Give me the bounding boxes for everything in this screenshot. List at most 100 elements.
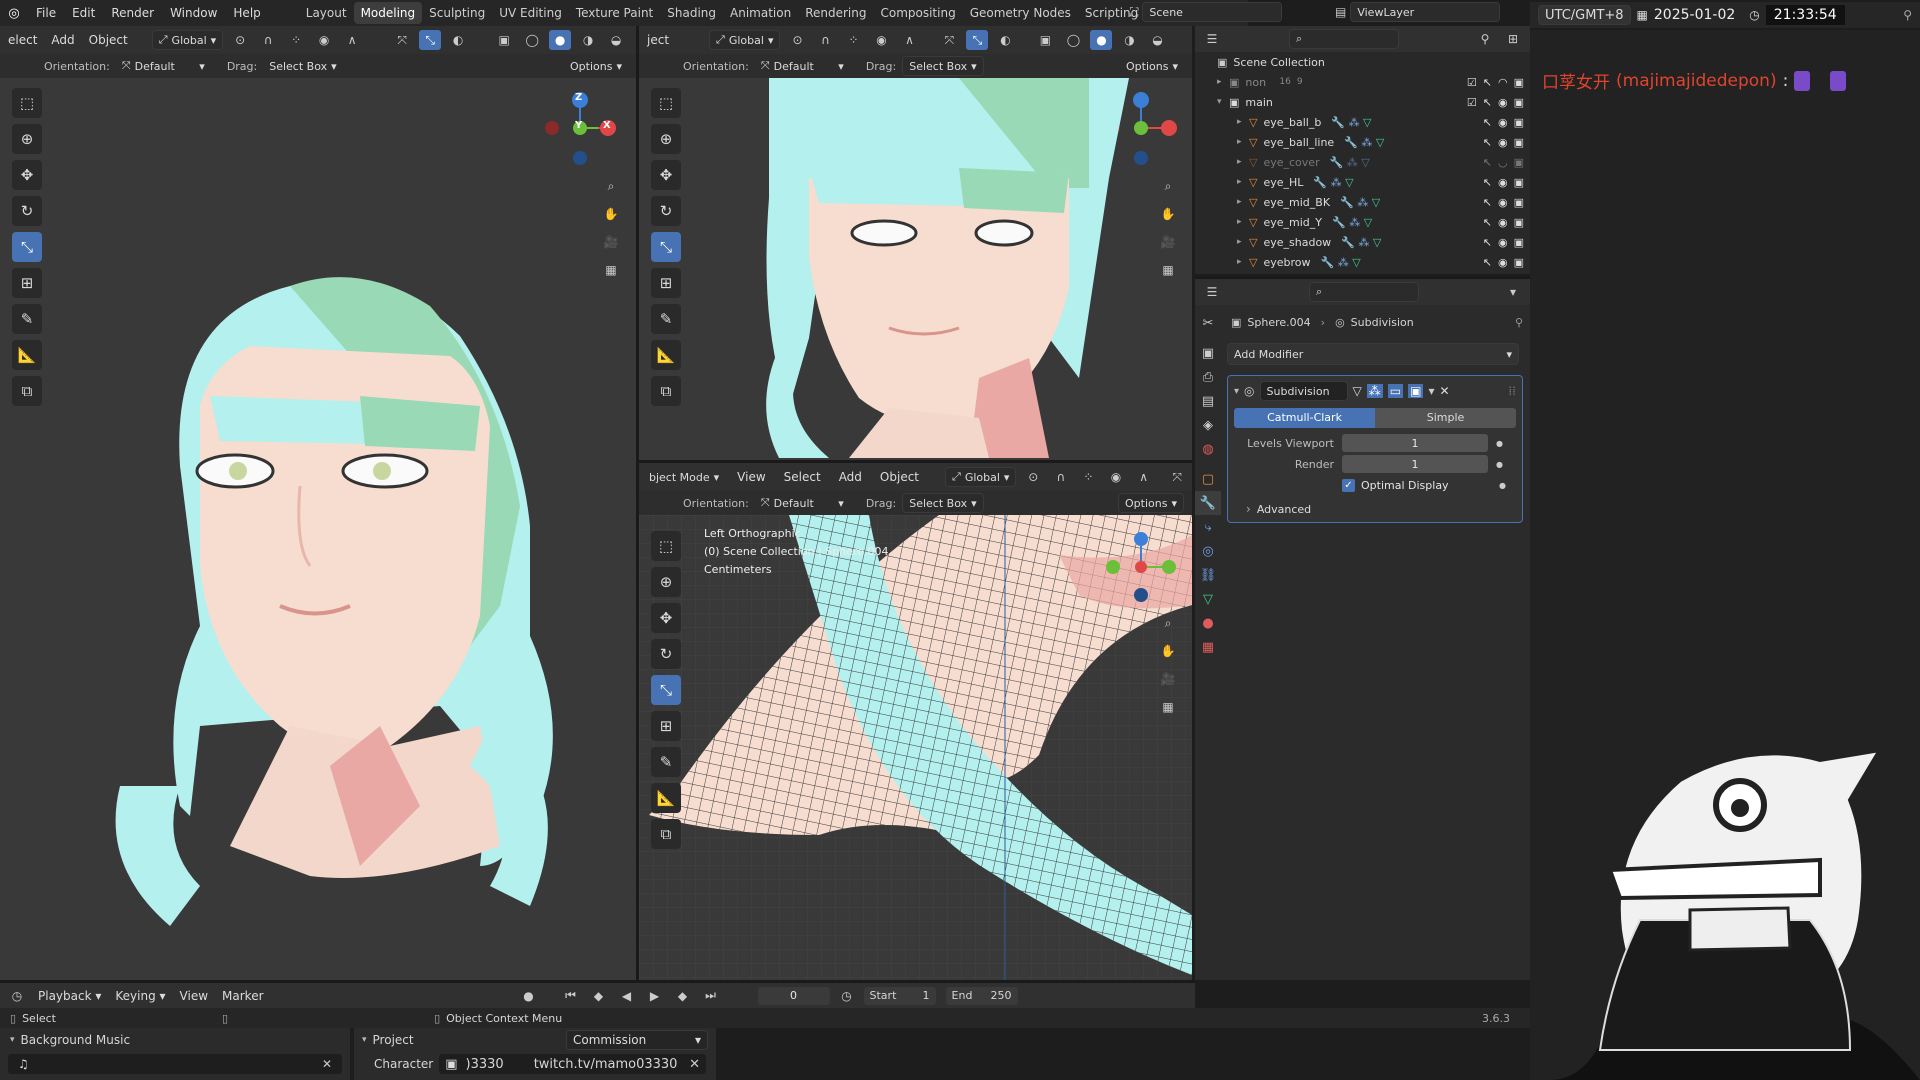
scene-icon[interactable]: ⛶ — [1130, 5, 1138, 20]
snap-icon[interactable]: ∩ — [1050, 467, 1072, 487]
play-icon[interactable]: ▶ — [644, 986, 666, 1006]
constraints-tab-icon[interactable]: ⛓ — [1195, 563, 1221, 587]
rotate-tool-icon[interactable]: ↻ — [651, 196, 681, 226]
outliner-object-row[interactable]: ▸ ▽ eye_ball_line 🔧 ⁂ ▽ ↖ ◉ ▣ — [1195, 132, 1530, 152]
object-tab-icon[interactable]: ▢ — [1195, 467, 1221, 491]
character-input[interactable]: ▣ )3330 twitch.tv/mamo03330 ✕ — [439, 1054, 706, 1074]
bg-music-input[interactable]: ♫ ✕ — [8, 1054, 342, 1074]
menu-keying[interactable]: Keying ▾ — [111, 984, 169, 1008]
start-frame-field[interactable]: Start 1 — [863, 986, 936, 1005]
visibility-off-icon[interactable]: ◡ — [1498, 156, 1508, 169]
jump-start-icon[interactable]: ⏮ — [560, 986, 582, 1006]
edit-mode-toggle-icon[interactable]: ▽ — [1353, 384, 1362, 398]
render-toggle-icon[interactable]: ▣ — [1408, 384, 1424, 398]
expand-icon[interactable]: ▸ — [1237, 117, 1249, 127]
visibility-icon[interactable]: ◉ — [1498, 196, 1508, 209]
render-icon[interactable]: ▣ — [1514, 236, 1524, 249]
overlay-icon[interactable]: ◐ — [994, 30, 1016, 50]
expand-icon[interactable]: ▸ — [1237, 217, 1249, 227]
scene-selector[interactable]: Scene — [1142, 2, 1283, 22]
gizmo-toggle-icon[interactable]: ⤧ — [1166, 467, 1188, 487]
expand-icon[interactable]: ▸ — [1237, 177, 1249, 187]
menu-file[interactable]: File — [28, 1, 64, 25]
mode-dropdown[interactable]: bject Mode ▾ — [643, 467, 725, 487]
modifier-tab-icon[interactable]: 🔧 — [1195, 491, 1221, 515]
navigation-gizmo[interactable] — [1101, 527, 1181, 607]
material-tab-icon[interactable]: ● — [1195, 611, 1221, 635]
snap-icon[interactable]: ∩ — [814, 30, 836, 50]
editor-type-icon[interactable]: ☰ — [1201, 29, 1223, 49]
overlay-icon[interactable]: ◐ — [447, 30, 469, 50]
visibility-icon[interactable]: ◉ — [1498, 96, 1508, 109]
scene-tab-icon[interactable]: ◈ — [1195, 413, 1221, 437]
pivot-icon[interactable]: ⊙ — [786, 30, 808, 50]
pivot-icon[interactable]: ⊙ — [1022, 467, 1044, 487]
outliner-object-row[interactable]: ▸ ▽ eye_cover 🔧 ⁂ ▽ ↖ ◡ ▣ — [1195, 152, 1530, 172]
pivot-icon[interactable]: ⊙ — [229, 30, 251, 50]
transform-orientation-dropdown[interactable]: ⤢ Global ▾ — [709, 30, 781, 50]
menu-view[interactable]: View — [176, 984, 212, 1008]
visibility-icon[interactable]: ◉ — [1498, 256, 1508, 269]
orientation-dropdown[interactable]: ⤧ Default ▾ — [755, 56, 850, 76]
outliner-collection-main[interactable]: ▾ ▣ main ☑ ↖ ◉ ▣ — [1195, 92, 1530, 112]
outliner-object-row[interactable]: ▸ ▽ eye_HL 🔧 ⁂ ▽ ↖ ◉ ▣ — [1195, 172, 1530, 192]
next-keyframe-icon[interactable]: ◆ — [672, 986, 694, 1006]
close-icon[interactable]: ✕ — [689, 1057, 700, 1072]
data-tab-icon[interactable]: ▽ — [1195, 587, 1221, 611]
annotate-tool-icon[interactable]: ✎ — [651, 747, 681, 777]
outliner-object-row[interactable]: ▸ ▽ eyebrow 🔧 ⁂ ▽ ↖ ◉ ▣ — [1195, 252, 1530, 272]
render-icon[interactable]: ▣ — [1514, 96, 1524, 109]
transform-tool-icon[interactable]: ⊞ — [12, 268, 42, 298]
select-icon[interactable]: ↖ — [1483, 76, 1492, 89]
visibility-icon[interactable]: ◠ — [1498, 76, 1508, 89]
shading-material-icon[interactable]: ◑ — [1118, 30, 1140, 50]
menu-marker[interactable]: Marker — [218, 984, 267, 1008]
render-icon[interactable]: ▣ — [1514, 176, 1524, 189]
viewport-bottom[interactable]: bject Mode ▾ View Select Add Object ⤢ Glob… — [639, 460, 1192, 980]
world-tab-icon[interactable]: ◍ — [1195, 437, 1221, 461]
transform-orientation-dropdown[interactable]: ⤢ Global ▾ — [151, 30, 224, 50]
menu-select[interactable]: elect — [4, 28, 41, 52]
render-icon[interactable]: ▣ — [1514, 136, 1524, 149]
snap-increment-icon[interactable]: ⁘ — [842, 30, 864, 50]
advanced-subpanel[interactable]: › Advanced — [1234, 502, 1516, 516]
select-icon[interactable]: ↖ — [1483, 96, 1492, 109]
orientation-dropdown[interactable]: ⤧ Default ▾ — [116, 56, 211, 76]
chevron-down-icon[interactable]: ▾ — [1428, 384, 1434, 398]
modifier-name-input[interactable]: Subdivision — [1259, 381, 1348, 401]
tab-modeling[interactable]: Modeling — [353, 2, 423, 24]
play-reverse-icon[interactable]: ◀ — [616, 986, 638, 1006]
jump-end-icon[interactable]: ⏭ — [700, 986, 722, 1006]
options-dropdown[interactable]: Options ▾ — [1118, 493, 1184, 513]
tab-rendering[interactable]: Rendering — [798, 2, 873, 24]
measure-tool-icon[interactable]: 📐 — [651, 783, 681, 813]
editor-type-icon[interactable]: ◷ — [6, 986, 28, 1006]
viewport-left[interactable]: elect Add Object ⤢ Global ▾ ⊙ ∩ ⁘ ◉ ∧ ⤧ ⤡ … — [0, 26, 636, 980]
tool-tab-icon[interactable]: ✂ — [1195, 311, 1221, 335]
pan-hand-icon[interactable]: ✋ — [1157, 641, 1179, 661]
grid-perspective-icon[interactable]: ▦ — [1157, 697, 1179, 717]
proportional-edit-icon[interactable]: ◉ — [870, 30, 892, 50]
cursor-tool-icon[interactable]: ⊕ — [12, 124, 42, 154]
tab-geometry-nodes[interactable]: Geometry Nodes — [963, 2, 1078, 24]
add-cube-tool-icon[interactable]: ⧉ — [651, 819, 681, 849]
camera-icon[interactable]: 🎥 — [1157, 669, 1179, 689]
drag-handle-icon[interactable]: ⁞⁞ — [1508, 384, 1516, 398]
render-icon[interactable]: ▣ — [1514, 76, 1524, 89]
render-icon[interactable]: ▣ — [1514, 196, 1524, 209]
select-icon[interactable]: ↖ — [1483, 116, 1492, 129]
menu-render[interactable]: Render — [103, 1, 162, 25]
drag-dropdown[interactable]: Select Box ▾ — [263, 56, 342, 76]
show-gizmo-icon[interactable]: ⤡ — [966, 30, 989, 50]
measure-tool-icon[interactable]: 📐 — [12, 340, 42, 370]
levels-viewport-field[interactable]: 1 — [1342, 434, 1488, 452]
collapse-icon[interactable]: ▾ — [1234, 386, 1239, 397]
visibility-icon[interactable]: ◉ — [1498, 136, 1508, 149]
tab-compositing[interactable]: Compositing — [873, 2, 962, 24]
shading-rendered-icon[interactable]: ◒ — [605, 30, 627, 50]
simple-button[interactable]: Simple — [1375, 408, 1516, 428]
cage-toggle-icon[interactable]: ⁂ — [1366, 384, 1383, 398]
snap-increment-icon[interactable]: ⁘ — [285, 30, 307, 50]
collapse-icon[interactable]: ▾ — [10, 1035, 15, 1045]
options-dropdown[interactable]: Options ▾ — [564, 56, 628, 76]
